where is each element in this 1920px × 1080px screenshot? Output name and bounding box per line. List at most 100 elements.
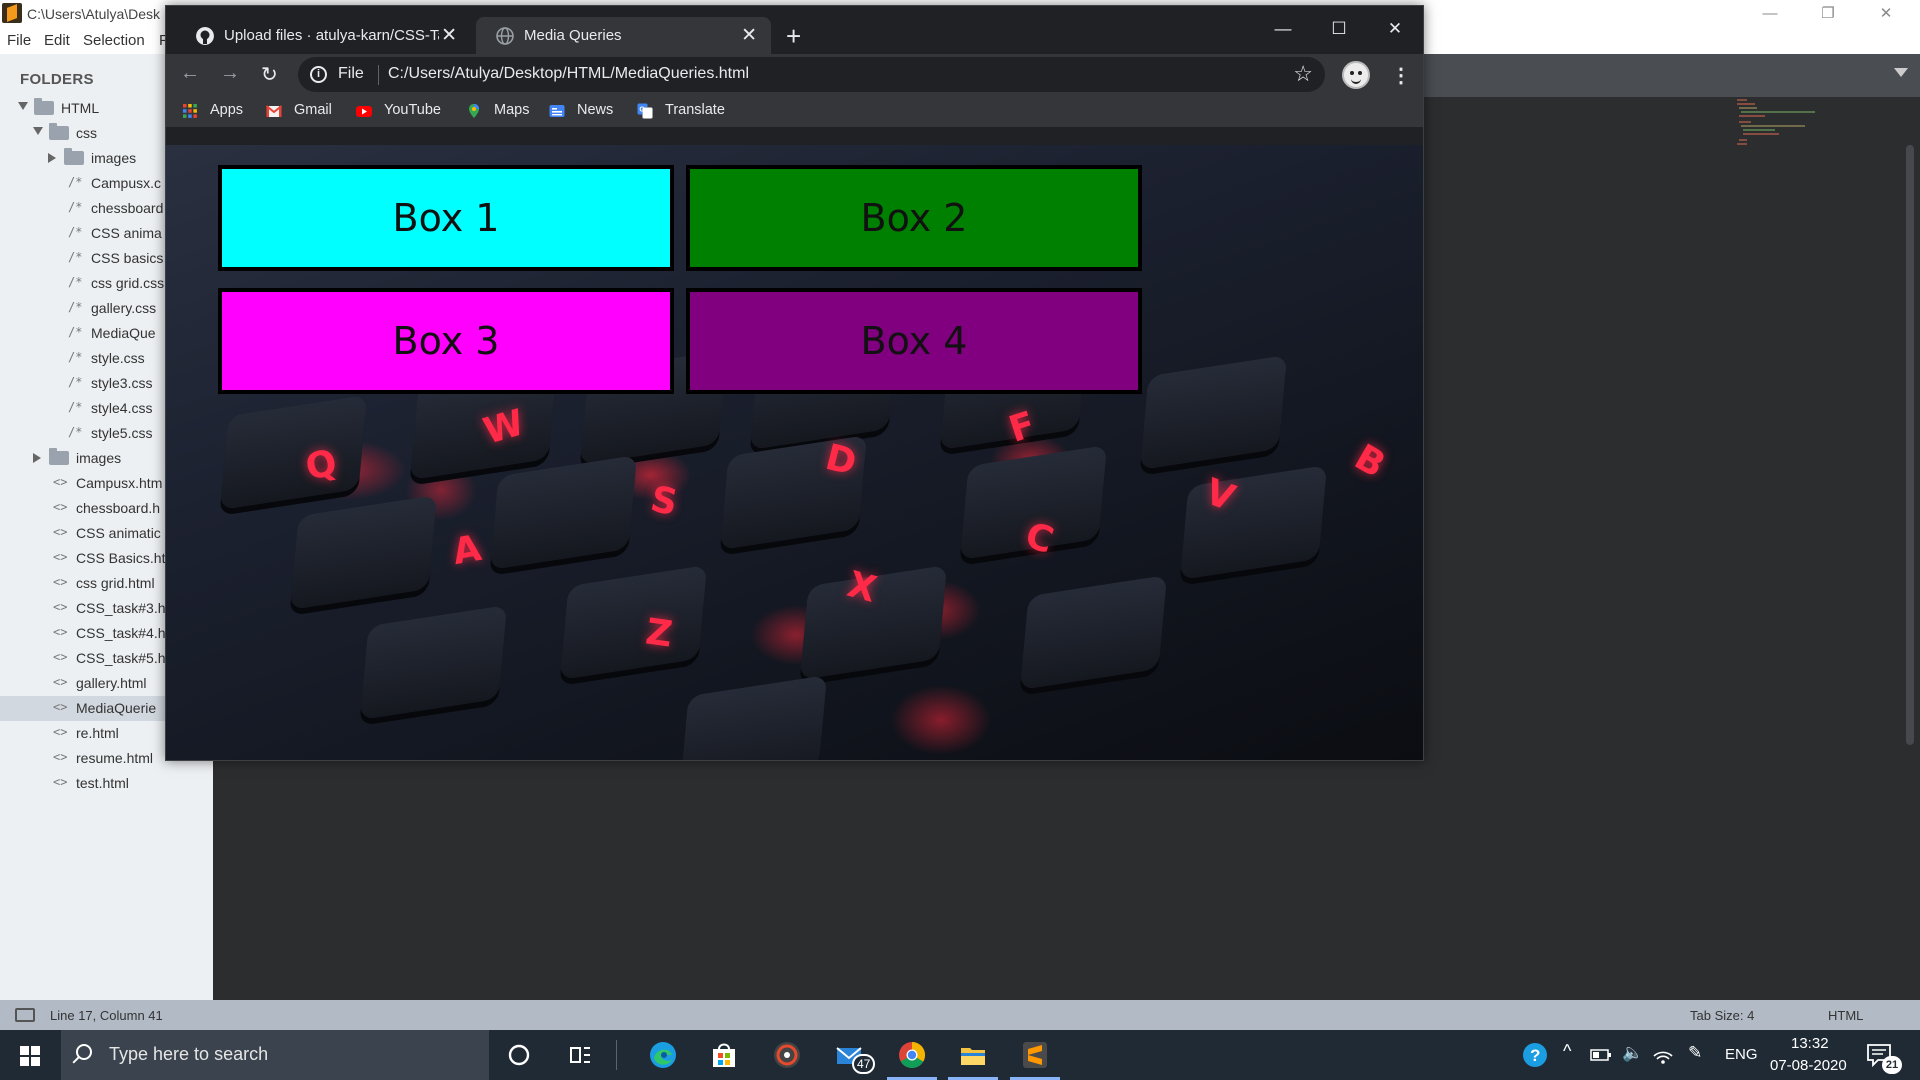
volume-icon[interactable]: 🔈 xyxy=(1622,1043,1643,1063)
cortana-icon[interactable] xyxy=(504,1040,534,1070)
html-file-icon: <> xyxy=(53,650,68,664)
css-file-icon: /* xyxy=(68,275,83,289)
syntax-indicator[interactable]: HTML xyxy=(1828,1008,1863,1023)
editor-vertical-scrollbar[interactable] xyxy=(1906,145,1914,745)
windows-start-icon[interactable] xyxy=(20,1046,40,1066)
tree-item-label: CSS_task#5.h xyxy=(76,650,166,666)
keycap xyxy=(359,605,508,720)
css-file-icon: /* xyxy=(68,225,83,239)
html-file-icon: <> xyxy=(53,775,68,789)
sublime-text-icon[interactable] xyxy=(1020,1040,1050,1070)
bookmark-star-icon[interactable]: ☆ xyxy=(1293,61,1313,87)
scheme-separator xyxy=(378,65,379,85)
clock-date[interactable]: 07-08-2020 xyxy=(1770,1057,1847,1074)
tree-item-label: chessboard.h xyxy=(76,500,161,516)
search-placeholder: Type here to search xyxy=(109,1044,269,1064)
tree-item-label: test.html xyxy=(76,775,129,791)
keycap xyxy=(219,395,368,510)
folder-icon xyxy=(49,123,69,140)
task-view-icon[interactable] xyxy=(565,1040,595,1070)
translate-icon: G xyxy=(637,103,653,119)
profile-avatar[interactable] xyxy=(1342,61,1370,89)
tree-item-label: CSS animatic xyxy=(76,525,161,541)
apps-grid-icon xyxy=(183,104,197,118)
tree-item-label: HTML xyxy=(61,100,100,116)
keycap xyxy=(559,565,708,680)
language-indicator[interactable]: ENG xyxy=(1725,1046,1758,1063)
sublime-minimize-button[interactable]: — xyxy=(1750,3,1790,25)
tree-item-label: gallery.html xyxy=(76,675,147,691)
tab-media-queries[interactable]: Media Queries ✕ xyxy=(476,17,771,54)
collapsed-chevron-icon[interactable] xyxy=(48,153,56,163)
menu-file[interactable]: File xyxy=(7,32,31,49)
new-tab-button[interactable]: + xyxy=(786,21,801,52)
keycap-letter: B xyxy=(1347,436,1392,487)
tab-close-icon[interactable]: ✕ xyxy=(741,24,757,47)
address-bar[interactable]: i File C:/Users/Atulya/Desktop/HTML/Medi… xyxy=(298,57,1325,92)
folder-icon xyxy=(64,148,84,165)
tree-item-label: chessboard xyxy=(91,200,164,216)
sublime-close-button[interactable]: ✕ xyxy=(1866,3,1906,25)
file-explorer-icon[interactable] xyxy=(958,1040,988,1070)
reload-icon[interactable]: ↻ xyxy=(261,62,278,87)
panel-toggle-icon[interactable] xyxy=(15,1008,35,1022)
tab-upload-files[interactable]: Upload files · atulya-karn/CSS-Ta ✕ xyxy=(176,17,471,54)
info-icon[interactable]: i xyxy=(310,66,327,83)
tree-file[interactable]: <> test.html xyxy=(0,771,213,796)
menu-edit[interactable]: Edit xyxy=(44,32,70,49)
back-arrow-icon[interactable]: ← xyxy=(180,62,200,85)
css-file-icon: /* xyxy=(68,400,83,414)
html-file-icon: <> xyxy=(53,625,68,639)
url-text[interactable]: C:/Users/Atulya/Desktop/HTML/MediaQuerie… xyxy=(388,65,749,83)
keycap xyxy=(489,455,638,570)
html-file-icon: <> xyxy=(53,700,68,714)
battery-icon[interactable] xyxy=(1590,1046,1612,1064)
globe-icon xyxy=(496,27,514,45)
collapsed-chevron-icon[interactable] xyxy=(33,453,41,463)
tab-close-icon[interactable]: ✕ xyxy=(441,24,457,47)
minimize-button[interactable]: — xyxy=(1260,14,1306,44)
tree-item-label: CSS anima xyxy=(91,225,162,241)
tab-dropdown-icon[interactable] xyxy=(1894,68,1908,77)
minimap[interactable] xyxy=(1735,96,1825,156)
close-button[interactable]: ✕ xyxy=(1372,14,1418,44)
box-4: Box 4 xyxy=(686,288,1142,394)
expanded-chevron-icon[interactable] xyxy=(18,102,28,110)
pen-icon[interactable]: ✎ xyxy=(1688,1043,1702,1063)
tab-title: Media Queries xyxy=(524,27,622,44)
chrome-icon[interactable] xyxy=(897,1040,927,1070)
groove-music-icon[interactable] xyxy=(772,1040,802,1070)
bookmark-label: Apps xyxy=(210,102,244,118)
html-file-icon: <> xyxy=(53,675,68,689)
tab-size-indicator[interactable]: Tab Size: 4 xyxy=(1690,1008,1754,1023)
keycap xyxy=(1139,355,1288,470)
taskbar-search[interactable]: Type here to search xyxy=(61,1030,489,1080)
expanded-chevron-icon[interactable] xyxy=(33,127,43,135)
folders-header: FOLDERS xyxy=(20,71,94,88)
css-file-icon: /* xyxy=(68,350,83,364)
search-icon xyxy=(76,1044,92,1060)
show-hidden-icons-chevron-icon[interactable]: ^ xyxy=(1563,1041,1571,1062)
notifications-badge: 21 xyxy=(1882,1056,1902,1074)
tree-item-label: CSS basics xyxy=(91,250,164,266)
chrome-window: Upload files · atulya-karn/CSS-Ta ✕ Medi… xyxy=(165,5,1424,761)
sublime-restore-button[interactable]: ❐ xyxy=(1808,3,1848,25)
tree-item-label: Campusx.htm xyxy=(76,475,163,491)
maximize-button[interactable]: ☐ xyxy=(1316,14,1362,44)
edge-icon[interactable] xyxy=(648,1040,678,1070)
forward-arrow-icon[interactable]: → xyxy=(220,62,240,85)
clock-time[interactable]: 13:32 xyxy=(1791,1035,1829,1052)
microsoft-store-icon[interactable] xyxy=(709,1040,739,1070)
menu-selection[interactable]: Selection xyxy=(83,32,145,49)
folder-icon xyxy=(34,98,54,115)
help-icon[interactable]: ? xyxy=(1522,1042,1548,1068)
sublime-logo-icon xyxy=(2,3,22,23)
keycap xyxy=(1019,575,1168,690)
html-file-icon: <> xyxy=(53,475,68,489)
box-1: Box 1 xyxy=(218,165,674,271)
tree-item-label: gallery.css xyxy=(91,300,157,316)
cursor-position: Line 17, Column 41 xyxy=(50,1008,163,1023)
html-file-icon: <> xyxy=(53,500,68,514)
menu-kebab-icon[interactable]: ⋮ xyxy=(1391,63,1411,88)
wifi-icon[interactable] xyxy=(1652,1044,1674,1066)
